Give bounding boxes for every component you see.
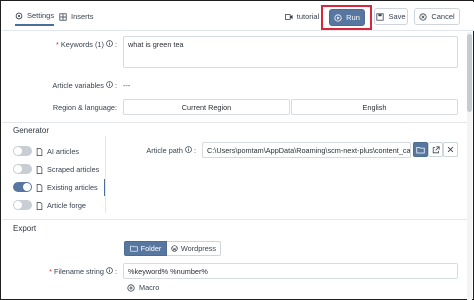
article-variables-row: Article variables : — [52, 81, 117, 90]
keywords-label: Keywords (1) — [60, 40, 104, 49]
document-icon — [36, 201, 43, 210]
run-button[interactable]: Run — [329, 9, 365, 26]
language-select[interactable]: English — [291, 99, 458, 115]
filename-input[interactable]: %keyword% %number% — [123, 263, 458, 279]
export-title: Export — [13, 224, 37, 233]
plus-circle-icon — [127, 283, 135, 292]
filename-label-row: * Filename string : — [49, 267, 117, 276]
ai-articles-label: AI articles — [47, 147, 80, 156]
wordpress-icon — [171, 245, 178, 252]
save-icon — [376, 12, 385, 21]
tutorial-label: tutorial — [296, 12, 320, 21]
video-icon — [284, 13, 293, 21]
folder-label: Folder — [140, 244, 162, 253]
grid-icon — [59, 12, 67, 21]
keywords-label-row: * Keywords (1) : — [56, 40, 117, 49]
language-value: English — [362, 103, 387, 112]
folder-option-button[interactable]: Folder — [124, 241, 167, 256]
ai-articles-toggle[interactable] — [13, 146, 32, 156]
tab-inserts[interactable]: Inserts — [59, 7, 94, 26]
toolbar: Settings Inserts tutorial Run Save Cance… — [2, 2, 474, 31]
close-circle-icon — [419, 12, 427, 21]
info-icon — [106, 40, 113, 47]
cancel-label: Cancel — [431, 12, 455, 21]
info-icon — [106, 267, 113, 274]
document-icon — [36, 183, 43, 192]
document-icon — [36, 165, 43, 174]
tab-settings-label: Settings — [27, 11, 55, 20]
wordpress-option-button[interactable]: Wordpress — [167, 241, 221, 256]
tab-settings[interactable]: Settings — [15, 7, 55, 26]
app-window: Settings Inserts tutorial Run Save Cance… — [0, 0, 474, 300]
article-variables-label: Article variables — [52, 81, 104, 90]
wordpress-label: Wordpress — [180, 244, 217, 253]
cancel-button[interactable]: Cancel — [414, 8, 460, 25]
play-circle-icon — [334, 13, 342, 22]
generator-item-ai-articles[interactable]: AI articles — [36, 147, 79, 156]
region-select[interactable]: Current Region — [123, 99, 290, 115]
article-forge-label: Article forge — [47, 201, 86, 210]
save-label: Save — [388, 12, 406, 21]
article-path-input[interactable]: C:\Users\pomtam\AppData\Roaming\scm-next… — [202, 142, 411, 158]
article-path-label: Article path — [146, 146, 183, 155]
clear-path-button[interactable] — [443, 142, 458, 157]
scrollbar-thumb[interactable] — [467, 34, 472, 112]
region-value: Current Region — [181, 103, 232, 112]
scraped-articles-label: Scraped articles — [47, 165, 100, 174]
scraped-articles-toggle[interactable] — [13, 164, 32, 174]
info-icon — [106, 81, 113, 88]
info-icon — [185, 146, 192, 153]
article-path-row: Article path : — [146, 146, 196, 155]
generator-item-scraped-articles[interactable]: Scraped articles — [36, 165, 99, 174]
filename-label: Filename string — [54, 267, 104, 276]
save-button[interactable]: Save — [374, 8, 408, 25]
generator-item-article-forge[interactable]: Article forge — [36, 201, 86, 210]
document-icon — [36, 147, 43, 156]
existing-articles-label: Existing articles — [47, 183, 98, 192]
close-icon — [447, 146, 454, 153]
folder-icon — [129, 245, 138, 252]
article-forge-toggle[interactable] — [13, 200, 32, 210]
region-language-label: Region & language: — [52, 103, 117, 112]
existing-articles-toggle[interactable] — [13, 182, 32, 192]
folder-icon — [416, 146, 425, 154]
keywords-textarea[interactable]: what is green tea — [123, 36, 458, 68]
gear-icon — [15, 12, 23, 20]
divider — [2, 219, 467, 220]
run-label: Run — [346, 13, 360, 22]
tab-inserts-label: Inserts — [71, 12, 94, 21]
generator-item-existing-articles[interactable]: Existing articles — [36, 183, 98, 192]
article-variables-value: --- — [123, 81, 131, 90]
generator-title: Generator — [13, 126, 50, 135]
external-link-icon — [432, 145, 440, 154]
generator-vertical-divider — [105, 136, 106, 213]
divider — [2, 122, 467, 123]
macro-button[interactable]: Macro — [127, 283, 159, 292]
tutorial-button[interactable]: tutorial — [284, 8, 320, 25]
macro-label: Macro — [139, 283, 160, 292]
open-external-button[interactable] — [428, 142, 443, 157]
browse-folder-button[interactable] — [413, 142, 428, 157]
